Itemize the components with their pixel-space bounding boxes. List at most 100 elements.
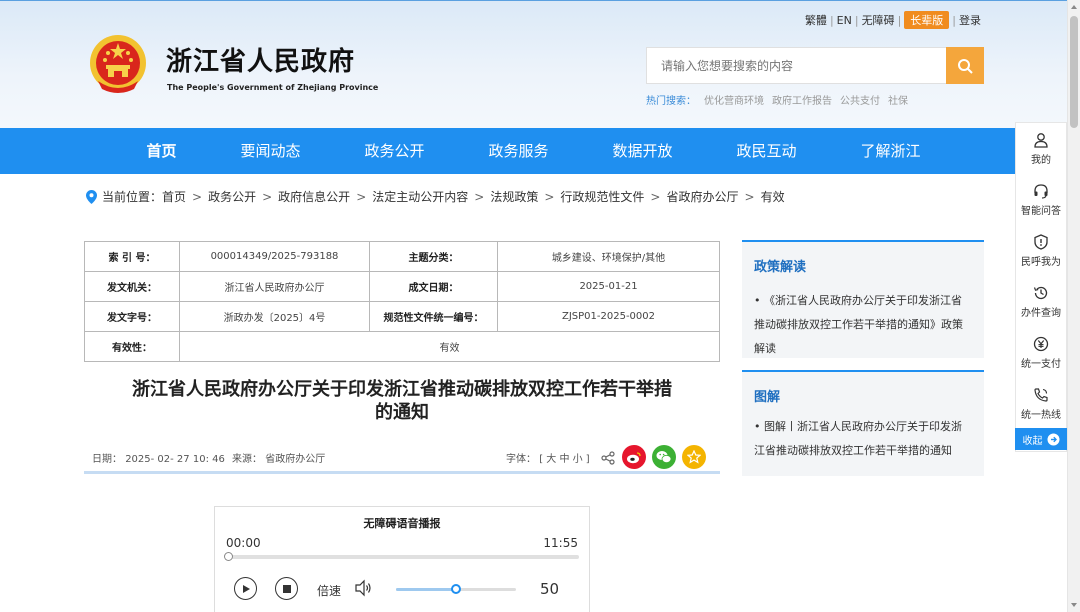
font-size-options[interactable]: [ 大 中 小 ]: [539, 454, 590, 465]
weibo-share-button[interactable]: [622, 445, 646, 469]
nav-item-about[interactable]: 了解浙江: [829, 128, 953, 174]
location-pin-icon: [86, 189, 97, 204]
stop-button[interactable]: [275, 577, 298, 600]
breadcrumb-separator: >: [192, 189, 203, 204]
progress-handle[interactable]: [224, 552, 233, 561]
graphic-interpretation-panel: 图解 • 图解丨浙江省人民政府办公厅关于印发浙江省推动碳排放双控工作若干举措的通…: [742, 370, 984, 476]
meta-key: 有效性：: [84, 331, 180, 362]
current-time: 00:00: [226, 536, 261, 550]
document-meta-table: 索 引 号： 000014349/2025-793188 主题分类： 城乡建设、…: [84, 241, 720, 362]
breadcrumb-item[interactable]: 法定主动公开内容: [372, 188, 468, 205]
graphic-interpretation-text: 图解丨浙江省人民政府办公厅关于印发浙江省推动碳排放双控工作若干举措的通知: [754, 420, 962, 457]
main-nav: 首页 要闻动态 政务公开 政务服务 数据开放 政民互动 了解浙江: [0, 128, 1067, 174]
volume-handle[interactable]: [451, 584, 461, 594]
nav-item-home[interactable]: 首页: [114, 128, 208, 174]
page-scrollbar[interactable]: [1067, 0, 1080, 612]
meta-key: 发文字号：: [84, 301, 180, 332]
collapse-label: 收起: [1022, 435, 1043, 447]
audio-player-title: 无障碍语音播报: [363, 517, 441, 530]
search-button[interactable]: [946, 47, 984, 84]
nav-item-news[interactable]: 要闻动态: [208, 128, 332, 174]
breadcrumb-separator: >: [650, 189, 661, 204]
hot-search-item[interactable]: 政府工作报告: [772, 92, 832, 107]
wechat-share-button[interactable]: [652, 445, 676, 469]
float-item-hotline[interactable]: 统一热线: [1016, 378, 1066, 429]
document-info-bar: 日期： 2025- 02- 27 10: 46 来源： 省政府办公厅 字体： […: [84, 440, 720, 474]
float-item-mine[interactable]: 我的: [1016, 123, 1066, 174]
scroll-up-arrow[interactable]: [1071, 5, 1077, 9]
float-item-petition[interactable]: 民呼我为: [1016, 225, 1066, 276]
site-subtitle: The People's Government of Zhejiang Prov…: [167, 83, 379, 92]
float-item-label: 智能问答: [1021, 205, 1061, 217]
float-item-label: 我的: [1031, 154, 1051, 166]
volume-slider-fill: [396, 588, 456, 591]
weibo-icon: [627, 451, 641, 463]
float-item-label: 统一支付: [1021, 358, 1061, 370]
float-item-case-query[interactable]: 办件查询: [1016, 276, 1066, 327]
policy-interpretation-link[interactable]: • 《浙江省人民政府办公厅关于印发浙江省推动碳排放双控工作若干举措的通知》政策解…: [742, 275, 984, 361]
share-icon[interactable]: [601, 451, 615, 465]
nav-item-services[interactable]: 政务服务: [456, 128, 580, 174]
traditional-chinese-link[interactable]: 繁體: [802, 12, 830, 28]
float-item-label: 民呼我为: [1021, 256, 1061, 268]
volume-value: 50: [540, 580, 560, 598]
breadcrumb-item[interactable]: 政府信息公开: [278, 188, 350, 205]
breadcrumb-item[interactable]: 行政规范性文件: [560, 188, 644, 205]
breadcrumb-separator: >: [474, 189, 485, 204]
breadcrumb-item[interactable]: 法规政策: [490, 188, 538, 205]
meta-key: 发文机关：: [84, 271, 180, 302]
elder-mode-button[interactable]: 长辈版: [904, 11, 950, 29]
scroll-thumb[interactable]: [1070, 16, 1078, 128]
arrow-right-circle-icon: [1047, 433, 1059, 445]
hot-search-item[interactable]: 优化营商环境: [704, 92, 764, 107]
policy-interpretation-heading[interactable]: 政策解读: [742, 242, 984, 275]
volume-icon[interactable]: [354, 579, 372, 597]
playback-speed-button[interactable]: 倍速: [317, 582, 341, 599]
total-time: 11:55: [543, 536, 578, 550]
volume-slider[interactable]: [396, 584, 516, 594]
graphic-interpretation-heading[interactable]: 图解: [742, 372, 984, 405]
hot-search-item[interactable]: 公共支付: [840, 92, 880, 107]
meta-value: 有效: [179, 331, 720, 362]
nav-item-open-government[interactable]: 政务公开: [332, 128, 456, 174]
nav-item-interaction[interactable]: 政民互动: [705, 128, 829, 174]
breadcrumb-item[interactable]: 政务公开: [208, 188, 256, 205]
search-icon: [958, 58, 973, 74]
login-link[interactable]: 登录: [956, 12, 984, 28]
publish-date: 2025- 02- 27 10: 46: [125, 454, 225, 465]
float-item-payment[interactable]: 统一支付: [1016, 327, 1066, 378]
search-input[interactable]: [646, 47, 946, 84]
document-title-line: 的通知: [375, 402, 429, 423]
divider: |: [897, 13, 902, 27]
float-item-label: 统一热线: [1021, 409, 1061, 421]
graphic-interpretation-link[interactable]: • 图解丨浙江省人民政府办公厅关于印发浙江省推动碳排放双控工作若干举措的通知: [742, 405, 984, 463]
meta-key: 索 引 号：: [84, 241, 180, 272]
scroll-down-arrow[interactable]: [1071, 603, 1077, 607]
meta-value: 浙政办发〔2025〕4号: [179, 301, 370, 332]
collapse-toolbar-button[interactable]: 收起: [1015, 428, 1067, 450]
play-button[interactable]: [234, 577, 257, 600]
star-icon: [687, 450, 701, 464]
nav-item-open-data[interactable]: 数据开放: [581, 128, 705, 174]
accessibility-link[interactable]: 无障碍: [859, 12, 898, 28]
policy-interpretation-text: 《浙江省人民政府办公厅关于印发浙江省推动碳排放双控工作若干举措的通知》政策解读: [754, 294, 963, 355]
float-item-qa[interactable]: 智能问答: [1016, 174, 1066, 225]
meta-value: 城乡建设、环境保护/其他: [497, 241, 720, 272]
breadcrumb-label: 当前位置：: [102, 190, 163, 204]
breadcrumb-item[interactable]: 有效: [761, 188, 785, 205]
breadcrumb-separator: >: [744, 189, 755, 204]
float-item-label: 办件查询: [1021, 307, 1061, 319]
breadcrumb-item[interactable]: 首页: [162, 188, 186, 205]
english-link[interactable]: EN: [834, 14, 855, 27]
hot-search-item[interactable]: 社保: [888, 92, 908, 107]
shield-icon: [1034, 233, 1048, 250]
hot-search-label: 热门搜索：: [646, 96, 696, 107]
site-title[interactable]: 浙江省人民政府: [166, 41, 355, 78]
top-links: 繁體 | EN | 无障碍 | 长辈版 | 登录: [802, 11, 984, 29]
favorite-button[interactable]: [682, 445, 706, 469]
policy-interpretation-panel: 政策解读 • 《浙江省人民政府办公厅关于印发浙江省推动碳排放双控工作若干举措的通…: [742, 240, 984, 358]
play-icon: [242, 584, 250, 593]
stop-icon: [282, 584, 291, 593]
audio-progress-bar[interactable]: [224, 552, 579, 561]
breadcrumb-item[interactable]: 省政府办公厅: [666, 188, 738, 205]
